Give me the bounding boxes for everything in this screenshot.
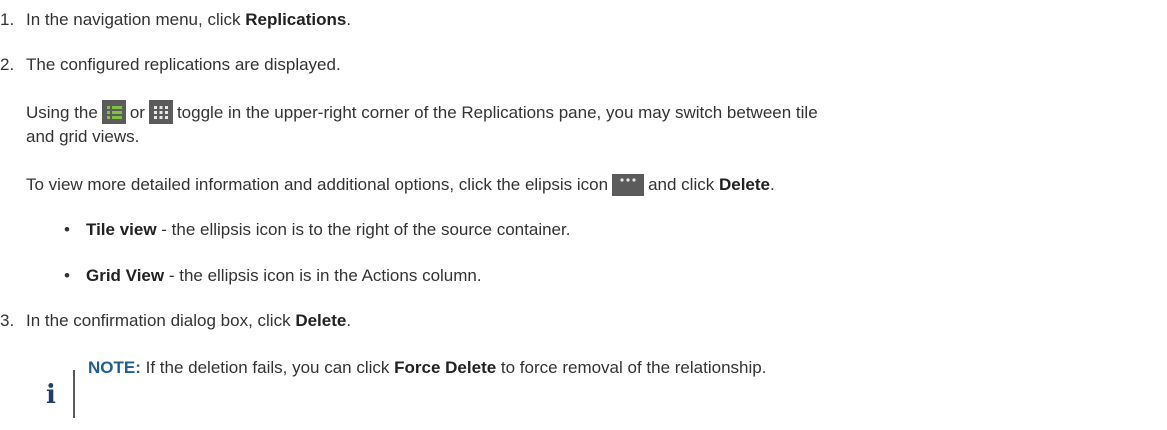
step-3: 3. In the confirmation dialog box, click … xyxy=(0,310,351,332)
note-body-end: to force removal of the relationship. xyxy=(496,358,767,377)
bullet-bold: Grid View xyxy=(86,266,165,285)
step-2-para1-line2: and grid views. xyxy=(26,126,139,148)
bullet-icon: • xyxy=(64,266,70,285)
note-divider xyxy=(73,370,75,418)
bullet-bold: Tile view xyxy=(86,220,157,239)
para-punct: . xyxy=(770,175,775,194)
step-2-para1-line1: Using the or toggle in the upper-right c… xyxy=(26,100,818,124)
note-body: If the deletion fails, you can click xyxy=(140,358,395,377)
note-text: NOTE: If the deletion fails, you can cli… xyxy=(88,357,766,379)
para-text: or xyxy=(129,103,145,122)
note-label: NOTE: xyxy=(88,358,141,377)
info-icon: i xyxy=(46,380,56,410)
step-bold: Delete xyxy=(295,311,347,330)
para-bold: Delete xyxy=(718,175,770,194)
step-bold: Replications xyxy=(245,10,347,29)
step-number: 3. xyxy=(0,311,15,330)
bullet-item: • Tile view - the ellipsis icon is to the… xyxy=(64,219,570,241)
para-text: and click xyxy=(648,175,719,194)
step-number: 2. xyxy=(0,55,15,74)
step-text: In the confirmation dialog box, click xyxy=(26,311,296,330)
bullet-item: • Grid View - the ellipsis icon is in the… xyxy=(64,265,482,287)
list-view-icon xyxy=(101,100,126,124)
step-punct: . xyxy=(346,10,352,29)
para-text: toggle in the upper-right corner of the … xyxy=(176,103,818,122)
para-text: To view more detailed information and ad… xyxy=(26,175,609,194)
ellipsis-icon xyxy=(612,174,645,196)
step-number: 1. xyxy=(0,10,15,29)
step-2: 2. The configured replications are displa… xyxy=(0,54,341,76)
bullet-text: - the ellipsis icon is in the Actions co… xyxy=(164,266,482,285)
step-text: The configured replications are displaye… xyxy=(26,55,341,74)
step-2-para2: To view more detailed information and ad… xyxy=(26,174,775,196)
bullet-text: - the ellipsis icon is to the right of t… xyxy=(156,220,571,239)
para-text: and grid views. xyxy=(26,127,140,146)
bullet-icon: • xyxy=(64,220,70,239)
step-1: 1. In the navigation menu, click Replicat… xyxy=(0,9,351,31)
para-text: Using the xyxy=(26,103,98,122)
step-punct: . xyxy=(346,311,352,330)
note-bold: Force Delete xyxy=(394,358,497,377)
step-text: In the navigation menu, click xyxy=(26,10,246,29)
grid-view-icon xyxy=(148,100,173,124)
document-page: 1. In the navigation menu, click Replicat… xyxy=(0,0,1167,430)
